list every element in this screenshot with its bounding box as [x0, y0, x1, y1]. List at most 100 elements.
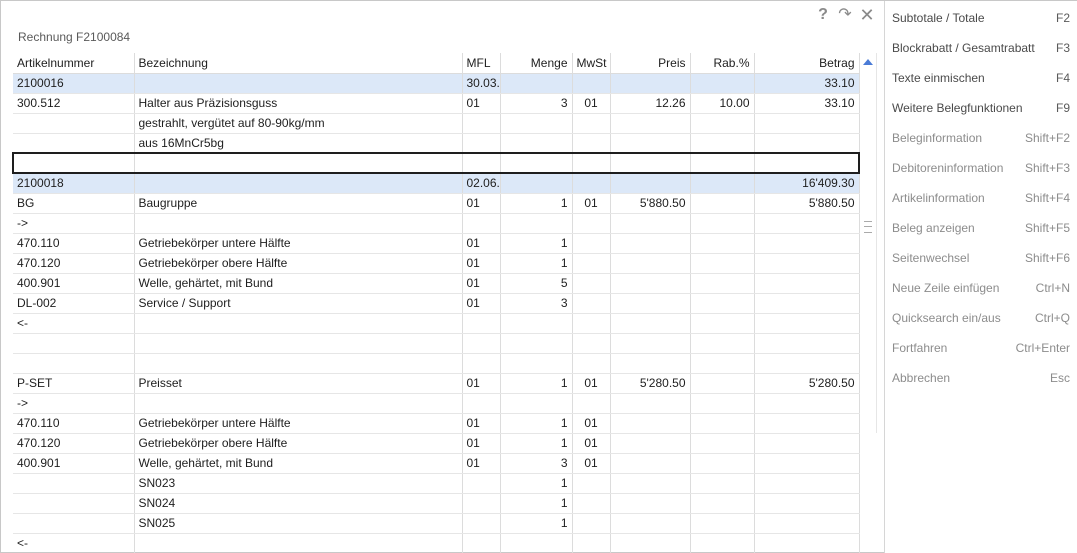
table-row[interactable]: 2100016 30.03.24 33.10 [13, 73, 860, 94]
cell-bezeichnung[interactable] [134, 313, 463, 334]
cell-menge[interactable]: 3 [500, 453, 573, 474]
table-row[interactable]: SN024 1 [13, 493, 860, 514]
cell-betrag[interactable]: 33.10 [754, 93, 860, 114]
table-row[interactable] [12, 152, 860, 174]
cell-mfl[interactable]: 01 [462, 93, 501, 114]
cell-preis[interactable] [610, 513, 691, 534]
cell-mwst[interactable] [572, 233, 611, 254]
cell-artikelnummer[interactable] [13, 133, 135, 154]
col-header-artikelnummer[interactable]: Artikelnummer [13, 53, 135, 74]
cell-mfl[interactable] [462, 473, 501, 494]
table-row[interactable] [13, 333, 860, 354]
cell-menge[interactable] [500, 313, 573, 334]
cell-menge[interactable]: 1 [500, 413, 573, 434]
cell-artikelnummer[interactable]: 300.512 [13, 93, 135, 114]
cell-bezeichnung[interactable] [134, 213, 463, 234]
cell-mfl[interactable]: 01 [462, 253, 501, 274]
cell-artikelnummer[interactable] [13, 113, 135, 134]
cell-mfl[interactable] [462, 513, 501, 534]
cell-mwst[interactable]: 01 [572, 433, 611, 454]
cell-preis[interactable] [610, 173, 691, 194]
cell-rabatt[interactable] [690, 533, 755, 553]
table-row[interactable]: SN025 1 [13, 513, 860, 534]
cell-rabatt[interactable] [690, 233, 755, 254]
cell-artikelnummer[interactable]: -> [13, 213, 135, 234]
cell-preis[interactable] [610, 533, 691, 553]
cell-preis[interactable] [610, 152, 691, 174]
cell-menge[interactable]: 1 [500, 233, 573, 254]
cell-rabatt[interactable] [690, 493, 755, 514]
cell-menge[interactable] [500, 533, 573, 553]
scroll-grip-icon[interactable] [864, 221, 872, 233]
cell-menge[interactable]: 1 [500, 433, 573, 454]
cell-preis[interactable] [610, 113, 691, 134]
cell-artikelnummer[interactable]: 470.120 [13, 433, 135, 454]
sidebar-action-5[interactable]: Beleginformation Shift+F2 [892, 128, 1070, 148]
sidebar-action-10[interactable]: Neue Zeile einfügen Ctrl+N [892, 278, 1070, 298]
cell-mfl[interactable] [462, 393, 501, 414]
cell-mfl[interactable]: 01 [462, 433, 501, 454]
cell-bezeichnung[interactable]: Preisset [134, 373, 463, 394]
cell-preis[interactable] [610, 493, 691, 514]
cell-mwst[interactable]: 01 [572, 413, 611, 434]
cell-bezeichnung[interactable]: SN024 [134, 493, 463, 514]
cell-menge[interactable] [500, 73, 573, 94]
table-row[interactable]: <- [13, 533, 860, 553]
cell-betrag[interactable] [754, 273, 860, 294]
cell-artikelnummer[interactable]: 2100018 [13, 173, 135, 194]
cell-betrag[interactable] [754, 113, 860, 134]
cell-rabatt[interactable] [690, 213, 755, 234]
cell-betrag[interactable] [754, 393, 860, 414]
table-row[interactable]: 2100018 02.06.24 16'409.30 [13, 173, 860, 194]
cell-mfl[interactable] [462, 333, 501, 354]
table-row[interactable]: P-SET Preisset 01 1 01 5'280.50 5'280.50 [13, 373, 860, 394]
cell-bezeichnung[interactable] [134, 173, 463, 194]
cell-bezeichnung[interactable]: aus 16MnCr5bg [134, 133, 463, 154]
cell-artikelnummer[interactable]: <- [13, 533, 135, 553]
cell-artikelnummer[interactable]: 470.120 [13, 253, 135, 274]
cell-mwst[interactable] [572, 173, 611, 194]
cell-artikelnummer[interactable]: -> [13, 393, 135, 414]
cell-menge[interactable]: 1 [500, 473, 573, 494]
table-row[interactable]: 400.901 Welle, gehärtet, mit Bund 01 3 01 [13, 453, 860, 474]
cell-menge[interactable]: 3 [500, 293, 573, 314]
cell-bezeichnung[interactable] [134, 533, 463, 553]
cell-artikelnummer[interactable]: 400.901 [13, 273, 135, 294]
cell-rabatt[interactable] [690, 413, 755, 434]
cell-preis[interactable] [610, 213, 691, 234]
cell-bezeichnung[interactable] [134, 353, 463, 374]
sidebar-action-3[interactable]: Texte einmischen F4 [892, 68, 1070, 88]
cell-betrag[interactable] [754, 293, 860, 314]
cell-mfl[interactable] [462, 313, 501, 334]
cell-bezeichnung[interactable]: Getriebekörper untere Hälfte [134, 233, 463, 254]
cell-preis[interactable] [610, 313, 691, 334]
cell-preis[interactable]: 12.26 [610, 93, 691, 114]
cell-rabatt[interactable] [690, 253, 755, 274]
col-header-bezeichnung[interactable]: Bezeichnung [134, 53, 463, 74]
cell-preis[interactable] [610, 433, 691, 454]
cell-betrag[interactable]: 16'409.30 [754, 173, 860, 194]
cell-menge[interactable]: 5 [500, 273, 573, 294]
cell-mwst[interactable] [572, 473, 611, 494]
cell-artikelnummer[interactable]: 2100016 [13, 73, 135, 94]
cell-preis[interactable] [610, 233, 691, 254]
cell-artikelnummer[interactable] [13, 513, 135, 534]
cell-mwst[interactable] [572, 493, 611, 514]
cell-bezeichnung[interactable]: SN023 [134, 473, 463, 494]
cell-rabatt[interactable] [690, 513, 755, 534]
table-row[interactable]: 400.901 Welle, gehärtet, mit Bund 01 5 [13, 273, 860, 294]
cell-artikelnummer[interactable] [12, 152, 135, 174]
table-row[interactable]: 300.512 Halter aus Präzisionsguss 01 3 01 12.… [13, 93, 860, 114]
col-header-preis[interactable]: Preis [610, 53, 691, 74]
cell-betrag[interactable] [754, 253, 860, 274]
cell-preis[interactable] [610, 453, 691, 474]
cell-artikelnummer[interactable]: P-SET [13, 373, 135, 394]
cell-mwst[interactable]: 01 [572, 373, 611, 394]
cell-mwst[interactable] [572, 133, 611, 154]
cell-preis[interactable] [610, 133, 691, 154]
table-row[interactable]: gestrahlt, vergütet auf 80-90kg/mm [13, 113, 860, 134]
cell-betrag[interactable]: 5'280.50 [754, 373, 860, 394]
cell-betrag[interactable] [754, 152, 860, 174]
cell-betrag[interactable]: 5'880.50 [754, 193, 860, 214]
cell-mfl[interactable] [462, 113, 501, 134]
